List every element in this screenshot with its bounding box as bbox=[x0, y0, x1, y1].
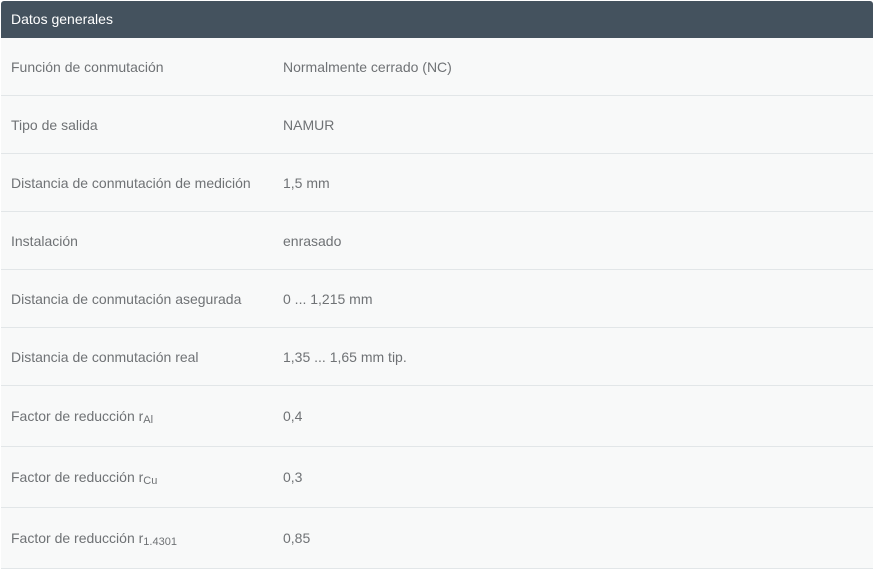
row-label: Distancia de conmutación de medición bbox=[11, 174, 251, 191]
table-row-output-type: Tipo de salida NAMUR bbox=[1, 96, 873, 154]
row-value: 1,35 ... 1,65 mm tip. bbox=[283, 348, 407, 365]
label-subscript: 1.4301 bbox=[143, 536, 177, 548]
table-row-reduction-factor-steel: Factor de reducción r 1.4301 0,85 bbox=[1, 508, 873, 569]
row-value: Normalmente cerrado (NC) bbox=[283, 58, 452, 75]
row-value: 1,5 mm bbox=[283, 174, 330, 191]
row-label: Distancia de conmutación real bbox=[11, 348, 199, 365]
table-row-reduction-factor-cu: Factor de reducción r Cu 0,3 bbox=[1, 447, 873, 508]
row-value: 0,4 bbox=[283, 408, 303, 424]
row-value: NAMUR bbox=[283, 116, 335, 133]
table-row-switching-function: Función de conmutación Normalmente cerra… bbox=[1, 38, 873, 96]
row-label: Función de conmutación bbox=[11, 58, 164, 75]
general-data-panel: Datos generales Función de conmutación N… bbox=[0, 0, 873, 569]
table-row-rated-switching-distance: Distancia de conmutación de medición 1,5… bbox=[1, 154, 873, 212]
table-row-reduction-factor-al: Factor de reducción r Al 0,4 bbox=[1, 386, 873, 447]
table-row-assured-switching-distance: Distancia de conmutación asegurada 0 ...… bbox=[1, 270, 873, 328]
row-value: enrasado bbox=[283, 232, 342, 249]
row-label: Factor de reducción r Cu bbox=[11, 469, 158, 487]
label-subscript: Cu bbox=[143, 475, 158, 487]
table-row-installation: Instalación enrasado bbox=[1, 212, 873, 270]
spec-table: Función de conmutación Normalmente cerra… bbox=[1, 38, 873, 569]
row-label: Distancia de conmutación asegurada bbox=[11, 290, 242, 307]
section-header: Datos generales bbox=[1, 1, 873, 38]
row-label: Instalación bbox=[11, 232, 78, 249]
row-value: 0,3 bbox=[283, 469, 303, 485]
row-value: 0,85 bbox=[283, 530, 311, 546]
row-label: Tipo de salida bbox=[11, 116, 98, 133]
row-value: 0 ... 1,215 mm bbox=[283, 290, 373, 307]
table-row-actual-switching-distance: Distancia de conmutación real 1,35 ... 1… bbox=[1, 328, 873, 386]
row-label: Factor de reducción r Al bbox=[11, 408, 154, 426]
row-label: Factor de reducción r 1.4301 bbox=[11, 530, 177, 548]
section-title: Datos generales bbox=[11, 11, 113, 27]
label-subscript: Al bbox=[143, 414, 154, 426]
